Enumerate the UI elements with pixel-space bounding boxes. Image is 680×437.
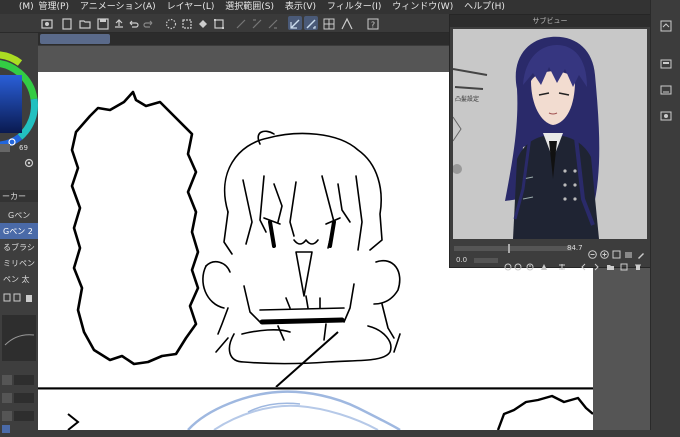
- delete-icon[interactable]: [634, 256, 642, 270]
- panel-header: ーカー: [0, 190, 38, 202]
- menu-item[interactable]: (M): [19, 0, 34, 14]
- eyedropper-icon[interactable]: [637, 244, 646, 259]
- layer-property-icon[interactable]: [659, 56, 673, 70]
- reset-icon[interactable]: [526, 256, 534, 271]
- menu-bar: (M) 管理(P) アニメーション(A) レイヤー(L) 選択範囲(S) 表示(…: [0, 0, 680, 14]
- perspective-icon[interactable]: [340, 16, 354, 30]
- brush-size-preview[interactable]: [2, 315, 36, 361]
- snap-icon[interactable]: [266, 16, 280, 30]
- menu-item[interactable]: 表示(V): [285, 0, 316, 14]
- zoom-slider[interactable]: [454, 246, 572, 251]
- new-file-icon[interactable]: [60, 16, 74, 30]
- chibi-drawing: [202, 130, 401, 365]
- manga-page[interactable]: [38, 386, 594, 432]
- flip-icon[interactable]: [540, 256, 548, 270]
- menu-item[interactable]: 管理(P): [39, 0, 69, 14]
- menu-item[interactable]: アニメーション(A): [80, 0, 156, 14]
- snap-icon[interactable]: [250, 16, 264, 30]
- brush-toolbar: [3, 288, 35, 302]
- tool-property-panel: 69 ーカー Gペン Gペン 2 るブラシ ミリペン ペン 太: [0, 33, 38, 433]
- color-swatch[interactable]: [0, 144, 10, 152]
- brush-item[interactable]: Gペン: [0, 207, 38, 223]
- material-icon[interactable]: [659, 108, 673, 122]
- menu-item[interactable]: フィルター(I): [327, 0, 382, 14]
- export-icon[interactable]: [112, 16, 126, 30]
- next-icon[interactable]: [592, 256, 600, 271]
- undo-icon[interactable]: [126, 16, 140, 30]
- rotate-right-icon[interactable]: [514, 256, 522, 271]
- folder-icon[interactable]: [78, 16, 92, 30]
- import-icon[interactable]: [624, 244, 633, 258]
- snap-icon[interactable]: [234, 16, 248, 30]
- command-bar: ?: [0, 14, 450, 33]
- brush-item[interactable]: るブラシ: [0, 239, 38, 255]
- speech-bubble: [496, 394, 594, 431]
- panel-header-label: ーカー: [2, 192, 26, 201]
- reference-image[interactable]: 凸髪設定: [453, 29, 647, 239]
- transform-icon[interactable]: [212, 16, 226, 30]
- brush-item[interactable]: ペン 太: [0, 271, 38, 287]
- zoom-out-icon[interactable]: [588, 244, 597, 259]
- brush-item[interactable]: ミリペン: [0, 255, 38, 271]
- menu-item[interactable]: ヘルプ(H): [464, 0, 505, 14]
- flip-vertical-icon[interactable]: [558, 256, 566, 270]
- grid-icon[interactable]: [322, 16, 336, 30]
- rotation-value: 0.0: [456, 256, 468, 264]
- menu-item[interactable]: 選択範囲(S): [225, 0, 274, 14]
- sub-view-panel: サブビュー 凸髪設定 84.7 0.0: [449, 14, 651, 271]
- menu-item[interactable]: ウィンドウ(W): [392, 0, 453, 14]
- zoom-in-icon[interactable]: [600, 244, 609, 259]
- zoom-value: 69: [19, 144, 28, 152]
- rotation-controls: 0.0: [450, 254, 650, 271]
- zoom-value: 84.7: [567, 244, 583, 252]
- save-icon[interactable]: [96, 16, 110, 30]
- ruler-snap-icon[interactable]: [288, 16, 302, 30]
- clear-icon[interactable]: [180, 16, 194, 30]
- menu-item[interactable]: レイヤー(L): [167, 0, 215, 14]
- layer-icon[interactable]: [659, 82, 673, 96]
- loading-icon[interactable]: [164, 16, 178, 30]
- redo-icon[interactable]: [142, 16, 156, 30]
- folder-icon[interactable]: [606, 256, 615, 270]
- ruler-snap-icon[interactable]: [304, 16, 318, 30]
- fill-icon[interactable]: [196, 16, 210, 30]
- zoom-slider-thumb[interactable]: [508, 244, 510, 253]
- brush-item-selected[interactable]: Gペン 2: [0, 223, 38, 239]
- rotation-slider[interactable]: [474, 258, 498, 263]
- navigator-icon[interactable]: [659, 18, 673, 32]
- prev-icon[interactable]: [580, 256, 588, 271]
- rotate-left-icon[interactable]: [504, 256, 512, 271]
- document-tab[interactable]: [40, 34, 110, 44]
- fit-icon[interactable]: [612, 244, 621, 259]
- settings-icon[interactable]: [24, 153, 34, 168]
- right-dock: [650, 0, 680, 430]
- property-sliders[interactable]: [2, 373, 36, 433]
- help-icon[interactable]: ?: [366, 16, 380, 30]
- svg-text:?: ?: [371, 21, 375, 30]
- zoom-controls: 84.7: [450, 243, 650, 259]
- import-icon[interactable]: [620, 256, 628, 271]
- panel-title: サブビュー: [450, 15, 650, 27]
- svg-text:凸髪設定: 凸髪設定: [455, 95, 479, 103]
- settings-icon[interactable]: [40, 16, 54, 30]
- speech-bubble: [70, 90, 200, 366]
